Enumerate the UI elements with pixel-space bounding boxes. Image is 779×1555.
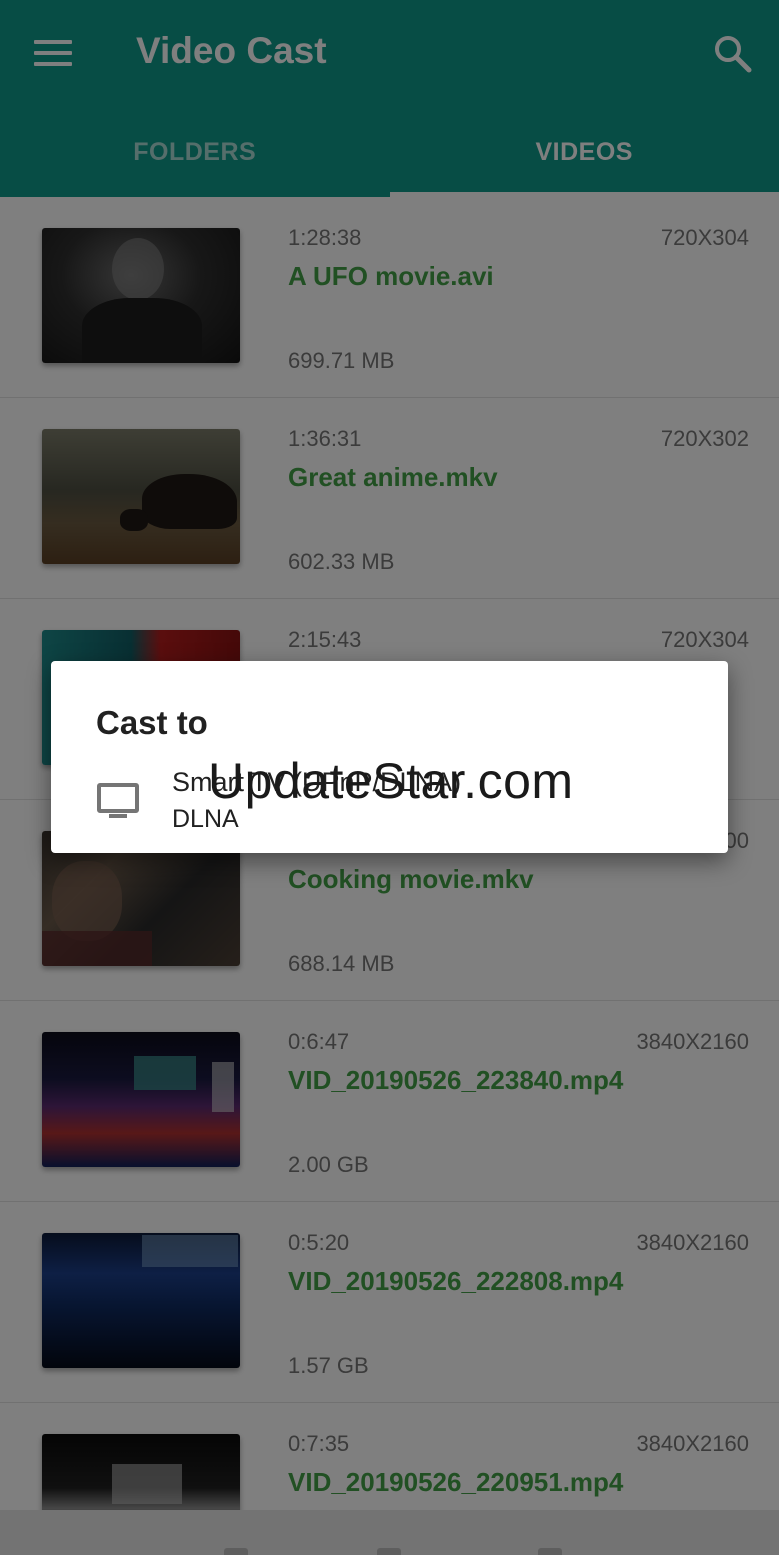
tv-icon [97,783,139,819]
app-root: Video Cast FOLDERS VIDEOS 1:28:38 720X30… [0,0,779,1555]
dialog-title: Cast to [96,704,208,741]
watermark-text: UpdateStar.com [208,753,574,809]
